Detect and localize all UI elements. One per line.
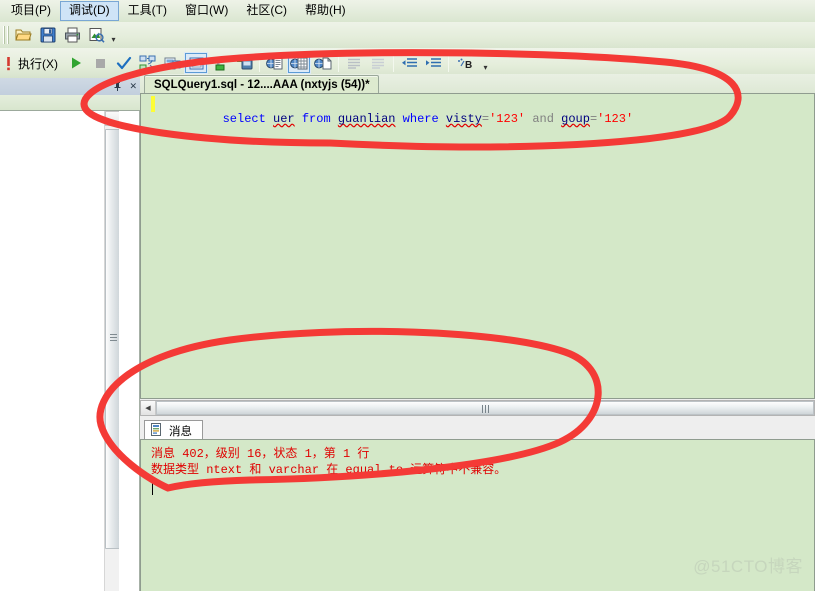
- scrollbar-thumb[interactable]: [105, 129, 120, 549]
- toolbar-separator: [338, 54, 339, 72]
- results-to-text-icon[interactable]: [263, 52, 287, 74]
- stop-icon[interactable]: [88, 52, 112, 74]
- left-dock-panel: ▼ ✕: [0, 78, 140, 591]
- run-icon[interactable]: [64, 52, 88, 74]
- toolbar-separator: [448, 54, 449, 72]
- include-actual-plan-icon[interactable]: [184, 52, 208, 74]
- comment-lines-icon[interactable]: [342, 52, 366, 74]
- token-and: and: [532, 112, 554, 126]
- increase-indent-icon[interactable]: [421, 52, 445, 74]
- toolbar-grip[interactable]: [3, 26, 10, 44]
- tab-messages-label: 消息: [169, 425, 192, 438]
- sqlcmd-mode-icon[interactable]: [232, 52, 256, 74]
- hscroll-thumb[interactable]: [156, 401, 814, 415]
- svg-text:B: B: [465, 60, 472, 70]
- editor-tab-sqlquery1[interactable]: SQLQuery1.sql - 12....AAA (nxtyjs (54))*: [144, 75, 379, 94]
- editor-horizontal-scrollbar[interactable]: ◀: [140, 400, 815, 416]
- open-file-icon[interactable]: [12, 24, 36, 46]
- toolbar-separator: [259, 54, 260, 72]
- sql-code-line: select uer from guanlian where visty='12…: [165, 97, 634, 142]
- toolbar2-overflow-button[interactable]: ▾: [480, 53, 491, 73]
- message-line-2: 数据类型 ntext 和 varchar 在 equal to 运算符中不兼容。: [151, 463, 507, 477]
- left-panel-subheader: [0, 95, 140, 111]
- menu-project[interactable]: 项目(P): [2, 1, 60, 21]
- token-where: where: [402, 112, 439, 126]
- results-tabstrip: 消息: [140, 419, 815, 440]
- execute-warning-icon: [0, 52, 16, 74]
- save-icon[interactable]: [36, 24, 60, 46]
- hscroll-thumb-grip: [482, 405, 489, 413]
- results-to-grid-icon[interactable]: [287, 52, 311, 74]
- panel-pin-icon[interactable]: [113, 81, 122, 93]
- print-preview-icon[interactable]: [84, 24, 108, 46]
- token-goup: goup: [561, 112, 590, 126]
- results-to-file-icon[interactable]: [311, 52, 335, 74]
- scrollbar-thumb-grip: [110, 334, 117, 341]
- messages-icon: [151, 422, 164, 439]
- token-select: select: [222, 112, 266, 126]
- token-guanlian: guanlian: [337, 112, 396, 126]
- include-client-stats-icon[interactable]: [208, 52, 232, 74]
- left-panel-scrollbar[interactable]: [104, 111, 120, 591]
- token-string-2: '123': [597, 112, 634, 126]
- panel-dropdown-icon[interactable]: ▼: [98, 82, 107, 91]
- change-bar: [151, 96, 155, 112]
- left-panel-edge: [119, 111, 139, 591]
- tab-messages[interactable]: 消息: [144, 420, 203, 440]
- left-panel-header: ▼ ✕: [0, 78, 140, 95]
- bookmark-icon[interactable]: B: [452, 52, 476, 74]
- menu-bar: 项目(P) 调试(D) 工具(T) 窗口(W) 社区(C) 帮助(H): [0, 0, 815, 22]
- ssms-window: 项目(P) 调试(D) 工具(T) 窗口(W) 社区(C) 帮助(H) ▾ 执行…: [0, 0, 815, 591]
- message-line-1: 消息 402，级别 16，状态 1，第 1 行: [151, 447, 370, 461]
- scroll-left-button[interactable]: ◀: [141, 401, 156, 415]
- editor-tabstrip: SQLQuery1.sql - 12....AAA (nxtyjs (54))*: [140, 74, 815, 94]
- standard-toolbar: ▾: [0, 22, 815, 48]
- display-estimated-plan-icon[interactable]: [136, 52, 160, 74]
- print-icon[interactable]: [60, 24, 84, 46]
- menu-tools[interactable]: 工具(T): [119, 1, 176, 21]
- token-visty: visty: [445, 112, 482, 126]
- toolbar1-overflow-button[interactable]: ▾: [108, 25, 119, 45]
- menu-help[interactable]: 帮助(H): [296, 1, 355, 21]
- left-panel-body: [0, 111, 140, 591]
- menu-community[interactable]: 社区(C): [237, 1, 296, 21]
- menu-debug[interactable]: 调试(D): [60, 1, 119, 21]
- scrollbar-up-button[interactable]: [105, 111, 120, 126]
- sql-editor[interactable]: select uer from guanlian where visty='12…: [140, 93, 815, 399]
- parse-check-icon[interactable]: [112, 52, 136, 74]
- editor-region: SQLQuery1.sql - 12....AAA (nxtyjs (54))*…: [140, 74, 815, 591]
- uncomment-lines-icon[interactable]: [366, 52, 390, 74]
- toolbar-separator: [393, 54, 394, 72]
- decrease-indent-icon[interactable]: [397, 52, 421, 74]
- token-uer: uer: [273, 112, 295, 126]
- token-string-1: '123': [489, 112, 526, 126]
- menu-window[interactable]: 窗口(W): [176, 1, 237, 21]
- watermark: @51CTO博客: [693, 557, 803, 576]
- query-options-icon[interactable]: [160, 52, 184, 74]
- text-caret: [152, 480, 153, 495]
- execute-label[interactable]: 执行(X): [16, 55, 64, 72]
- panel-close-icon[interactable]: ✕: [129, 82, 137, 91]
- token-from: from: [301, 112, 331, 126]
